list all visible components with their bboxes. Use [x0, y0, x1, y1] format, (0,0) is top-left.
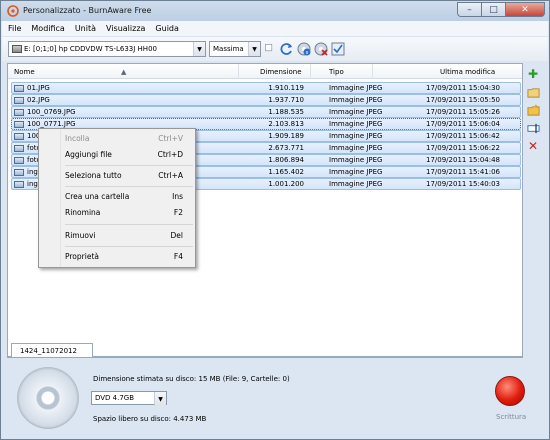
column-size[interactable]: Dimensione	[260, 68, 302, 76]
column-modified[interactable]: Ultima modifica	[440, 68, 495, 76]
menu-unita[interactable]: Unità	[75, 24, 96, 33]
estimated-size: Dimensione stimata su disco: 15 MB (File…	[93, 375, 290, 383]
table-row[interactable]: 01.JPG 1.910.119 Immagine JPEG 17/09/2011 1…	[11, 82, 521, 94]
disc-icon	[17, 367, 79, 429]
burn-label: Scrittura	[496, 413, 527, 421]
menu-separator	[65, 165, 193, 166]
image-file-icon	[14, 145, 24, 152]
burnaware-logo-icon	[7, 5, 19, 17]
disc-type-value: DVD 4.7GB	[95, 394, 135, 402]
context-menu-gutter	[39, 129, 61, 267]
column-type[interactable]: Tipo	[329, 68, 344, 76]
image-file-icon	[14, 133, 24, 140]
column-header: ▲ Nome Dimensione Tipo Ultima modifica	[8, 64, 522, 79]
menu-item-remove[interactable]: Rimuovi Del	[65, 231, 191, 244]
menu-modifica[interactable]: Modifica	[31, 24, 64, 33]
menu-item-add-files[interactable]: Aggiungi file Ctrl+D	[65, 150, 191, 163]
image-file-icon	[14, 181, 24, 188]
drive-select[interactable]: E: [0;1;0] hp CDDVDW TS-L633J HH00 ▼	[8, 41, 206, 57]
erase-disc-icon[interactable]	[314, 42, 328, 56]
table-row[interactable]: 100_0769.JPG 1.188.535 Immagine JPEG 17/09/…	[11, 106, 521, 118]
chevron-down-icon[interactable]: ▼	[248, 42, 260, 56]
image-file-icon	[14, 85, 24, 92]
context-menu: Incolla Ctrl+V Aggiungi file Ctrl+D Selezi…	[38, 128, 196, 268]
new-folder-icon[interactable]	[526, 103, 540, 117]
toolbar: E: [0;1;0] hp CDDVDW TS-L633J HH00 ▼ Mas…	[2, 37, 548, 61]
image-file-icon	[14, 157, 24, 164]
menu-separator	[65, 224, 193, 225]
image-file-icon	[14, 97, 24, 104]
close-icon[interactable]: ✕	[505, 2, 545, 17]
remove-icon[interactable]: ✕	[526, 139, 540, 153]
menu-item-rename[interactable]: Rinomina F2	[65, 208, 191, 221]
menu-item-properties[interactable]: Proprietà F4	[65, 252, 191, 265]
checkbox-icon[interactable]	[265, 44, 275, 54]
rename-icon[interactable]	[526, 121, 540, 135]
chevron-down-icon[interactable]: ▼	[154, 392, 166, 406]
menu-guida[interactable]: Guida	[155, 24, 178, 33]
menu-separator	[65, 246, 193, 247]
tab-strip-line	[7, 357, 523, 358]
menu-file[interactable]: File	[8, 24, 21, 33]
status-panel: Dimensione stimata su disco: 15 MB (File…	[2, 359, 548, 439]
drive-select-value: E: [0;1;0] hp CDDVDW TS-L633J HH00	[24, 45, 157, 53]
image-file-icon	[14, 109, 24, 116]
speed-select-value: Massima	[213, 45, 244, 53]
add-icon[interactable]: ✚	[526, 67, 540, 81]
speed-select[interactable]: Massima ▼	[209, 41, 261, 57]
chevron-down-icon[interactable]: ▼	[193, 42, 205, 56]
side-toolbar: ✚ ✕	[526, 67, 544, 157]
title-bar[interactable]: Personalizzato - BurnAware Free – □ ✕	[1, 1, 549, 21]
verify-icon[interactable]	[331, 42, 345, 56]
sort-ascending-icon: ▲	[121, 68, 127, 76]
menu-item-select-all[interactable]: Seleziona tutto Ctrl+A	[65, 171, 191, 184]
burn-button[interactable]	[495, 376, 525, 406]
drive-icon	[12, 45, 22, 53]
window-title: Personalizzato - BurnAware Free	[23, 6, 152, 15]
disc-info-icon[interactable]	[297, 42, 311, 56]
add-folder-icon[interactable]	[526, 85, 540, 99]
menu-visualizza[interactable]: Visualizza	[106, 24, 145, 33]
free-space: Spazio libero su disco: 4.473 MB	[93, 415, 207, 423]
image-file-icon	[14, 121, 24, 128]
maximize-icon[interactable]: □	[481, 2, 505, 17]
window-controls: – □ ✕	[457, 2, 545, 18]
tab-compilation[interactable]: 1424_11072012	[11, 343, 93, 358]
app-window: Personalizzato - BurnAware Free – □ ✕ Fi…	[0, 0, 550, 440]
disc-type-select[interactable]: DVD 4.7GB ▼	[91, 391, 167, 406]
minimize-icon[interactable]: –	[457, 2, 481, 17]
image-file-icon	[14, 169, 24, 176]
table-row[interactable]: 02.JPG 1.937.710 Immagine JPEG 17/09/2011 1…	[11, 94, 521, 106]
menu-separator	[65, 186, 193, 187]
menu-bar: File Modifica Unità Visualizza Guida	[2, 21, 548, 36]
menu-item-create-folder[interactable]: Crea una cartella Ins	[65, 192, 191, 205]
menu-item-paste[interactable]: Incolla Ctrl+V	[65, 134, 191, 147]
column-name[interactable]: Nome	[14, 68, 35, 76]
refresh-icon[interactable]	[280, 42, 294, 56]
